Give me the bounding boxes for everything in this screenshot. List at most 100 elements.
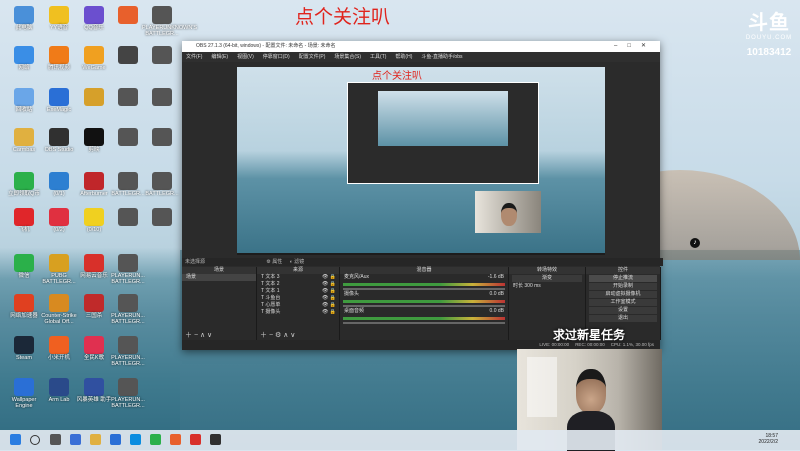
menu-item[interactable]: 帮助(H) xyxy=(395,54,412,60)
source-item[interactable]: T 心愿单 👁 🔒 xyxy=(257,302,339,309)
netease-music-icon[interactable] xyxy=(190,434,201,445)
desktop-icon[interactable]: 回收站 xyxy=(4,88,44,113)
desktop-icon[interactable]: 腾讯视频 xyxy=(39,46,79,71)
desktop-icon[interactable]: 立即领取Q币 xyxy=(4,172,44,197)
desktop-icon[interactable]: (0/2) xyxy=(39,208,79,233)
close-icon[interactable]: ✕ xyxy=(641,43,656,49)
menu-item[interactable]: 场景集合(S) xyxy=(334,54,361,60)
edge-icon[interactable] xyxy=(110,434,121,445)
scene-item[interactable]: 场景 xyxy=(182,274,256,281)
control-button[interactable]: 退出 xyxy=(589,315,657,322)
sources-dock-buttons[interactable]: ＋ − ⚙ ∧ ∨ xyxy=(257,331,295,340)
obs-window[interactable]: OBS 27.1.3 (64-bit, windows) - 配置文件: 未命名… xyxy=(182,41,663,350)
desktop-icon[interactable]: PLAYERUN... BATTLEGR... xyxy=(108,378,148,409)
menu-item[interactable]: 工具(T) xyxy=(370,54,386,60)
desktop-icon[interactable]: ExeMagic xyxy=(39,88,79,113)
source-item[interactable]: T 摄像头 👁 🔒 xyxy=(257,309,339,316)
menu-item[interactable]: 视图(V) xyxy=(237,54,254,60)
desktop-icon[interactable]: BATTLEGR... xyxy=(142,172,182,197)
desktop-icon[interactable] xyxy=(142,46,182,65)
start-icon[interactable] xyxy=(10,434,21,445)
desktop-icon[interactable] xyxy=(142,128,182,147)
app-icon[interactable] xyxy=(170,434,181,445)
obs-titlebar[interactable]: OBS 27.1.3 (64-bit, windows) - 配置文件: 未命名… xyxy=(182,41,660,52)
desktop-icon-label: (0/10) xyxy=(86,227,102,233)
desktop-icon[interactable]: PLAYERUN... BATTLEGR... xyxy=(108,294,148,325)
source-item[interactable]: T 文本 1 👁 🔒 xyxy=(257,288,339,295)
tiktok-icon[interactable]: ♪ xyxy=(690,238,700,248)
audio-meter xyxy=(343,317,505,320)
task-view-icon[interactable] xyxy=(50,434,61,445)
source-toolbar: 未选择源 ⚙ 属性 ◐ 滤镜 xyxy=(182,258,663,266)
desktop-icon[interactable]: PLAYERUNKNOWN'S BATTLEGR... xyxy=(142,6,197,37)
app-icon xyxy=(84,88,104,106)
transition-duration[interactable]: 时长 300 ms xyxy=(509,283,585,290)
properties-button[interactable]: ⚙ 属性 xyxy=(266,259,282,265)
visibility-lock-icon[interactable]: 👁 🔒 xyxy=(322,281,336,288)
scenes-dock-buttons[interactable]: ＋ − ∧ ∨ xyxy=(182,331,212,340)
visibility-lock-icon[interactable]: 👁 🔒 xyxy=(322,309,336,316)
menu-item[interactable]: 编辑(E) xyxy=(211,54,228,60)
preview-nested-obs xyxy=(347,82,539,184)
desktop-icon[interactable]: 网络加速器 xyxy=(4,294,44,319)
desktop-icon[interactable]: OBS Studio xyxy=(39,128,79,153)
desktop-icon[interactable]: Arm Lab xyxy=(39,378,79,403)
source-item[interactable]: T 文本 2 👁 🔒 xyxy=(257,281,339,288)
desktop-icon[interactable]: Wallpaper Engine xyxy=(4,378,44,409)
desktop-icon[interactable]: PLAYERUN... BATTLEGR... xyxy=(108,336,148,367)
obs-preview[interactable]: 点个关注叭 xyxy=(237,67,605,255)
control-button[interactable]: 停止推流 xyxy=(589,275,657,282)
control-button[interactable]: 启动虚拟摄像机 xyxy=(589,291,657,298)
menu-item[interactable]: 停靠窗口(D) xyxy=(263,54,290,60)
obs-taskbar-icon[interactable] xyxy=(210,434,221,445)
widgets-icon[interactable] xyxy=(70,434,81,445)
app-icon xyxy=(49,88,69,106)
preview-promo-text: 点个关注叭 xyxy=(372,71,422,82)
control-button[interactable]: 工作室模式 xyxy=(589,299,657,306)
store-icon[interactable] xyxy=(130,434,141,445)
taskbar: 18:57 2022/2/2 xyxy=(0,430,800,450)
desktop-icon[interactable]: 小米开机 xyxy=(39,336,79,361)
menu-item[interactable]: 配置文件(P) xyxy=(299,54,326,60)
desktop-icon[interactable] xyxy=(142,208,182,227)
obs-menubar[interactable]: 文件(F) 编辑(E) 视图(V) 停靠窗口(D) 配置文件(P) 场景集合(S) 工具(T… xyxy=(182,52,660,62)
control-button[interactable]: 开始录制 xyxy=(589,283,657,290)
visibility-lock-icon[interactable]: 👁 🔒 xyxy=(322,288,336,295)
visibility-lock-icon[interactable]: 👁 🔒 xyxy=(322,302,336,309)
app-icon xyxy=(84,128,104,146)
volume-slider[interactable] xyxy=(343,305,505,307)
desktop-icon[interactable]: 飞机 xyxy=(4,208,44,233)
window-controls[interactable]: –□✕ xyxy=(614,41,656,52)
maximize-icon[interactable]: □ xyxy=(627,43,641,49)
visibility-lock-icon[interactable]: 👁 🔒 xyxy=(322,274,336,281)
desktop-icon[interactable] xyxy=(142,88,182,107)
app-icon xyxy=(152,128,172,146)
desktop-icon[interactable]: PLAYERUN... BATTLEGR... xyxy=(108,254,148,285)
app-icon xyxy=(14,46,34,64)
volume-slider[interactable] xyxy=(343,322,505,324)
chrome-icon[interactable] xyxy=(150,434,161,445)
search-icon[interactable] xyxy=(30,435,40,445)
file-explorer-icon[interactable] xyxy=(90,434,101,445)
menu-item[interactable]: 文件(F) xyxy=(186,54,202,60)
desktop-icon[interactable]: 此电脑 xyxy=(4,6,44,31)
filters-button[interactable]: ◐ 滤镜 xyxy=(290,259,304,265)
desktop-icon[interactable]: 网络 xyxy=(4,46,44,71)
visibility-lock-icon[interactable]: 👁 🔒 xyxy=(322,295,336,302)
desktop-icon[interactable]: 微信 xyxy=(4,254,44,279)
minimize-icon[interactable]: – xyxy=(614,43,627,49)
no-source-label: 未选择源 xyxy=(185,259,206,265)
desktop-icon[interactable]: Counter-Strike Global Off... xyxy=(39,294,79,325)
taskbar-clock[interactable]: 18:57 2022/2/2 xyxy=(759,433,778,445)
transition-type-select[interactable]: 渐变 xyxy=(512,275,582,282)
source-item[interactable]: T 文本 3 👁 🔒 xyxy=(257,274,339,281)
desktop-icon[interactable]: (0/1) xyxy=(39,172,79,197)
volume-slider[interactable] xyxy=(343,288,505,290)
control-button[interactable]: 设置 xyxy=(589,307,657,314)
source-item[interactable]: T 斗鱼台 👁 🔒 xyxy=(257,295,339,302)
desktop-icon[interactable]: Steam xyxy=(4,336,44,361)
menu-item[interactable]: 斗鱼-直播助手/obs xyxy=(421,54,462,60)
desktop-icon[interactable]: Carmbas xyxy=(4,128,44,153)
desktop-icon[interactable]: YY语音 xyxy=(39,6,79,31)
desktop-icon[interactable]: PUBG BATTLEGR... xyxy=(39,254,79,285)
